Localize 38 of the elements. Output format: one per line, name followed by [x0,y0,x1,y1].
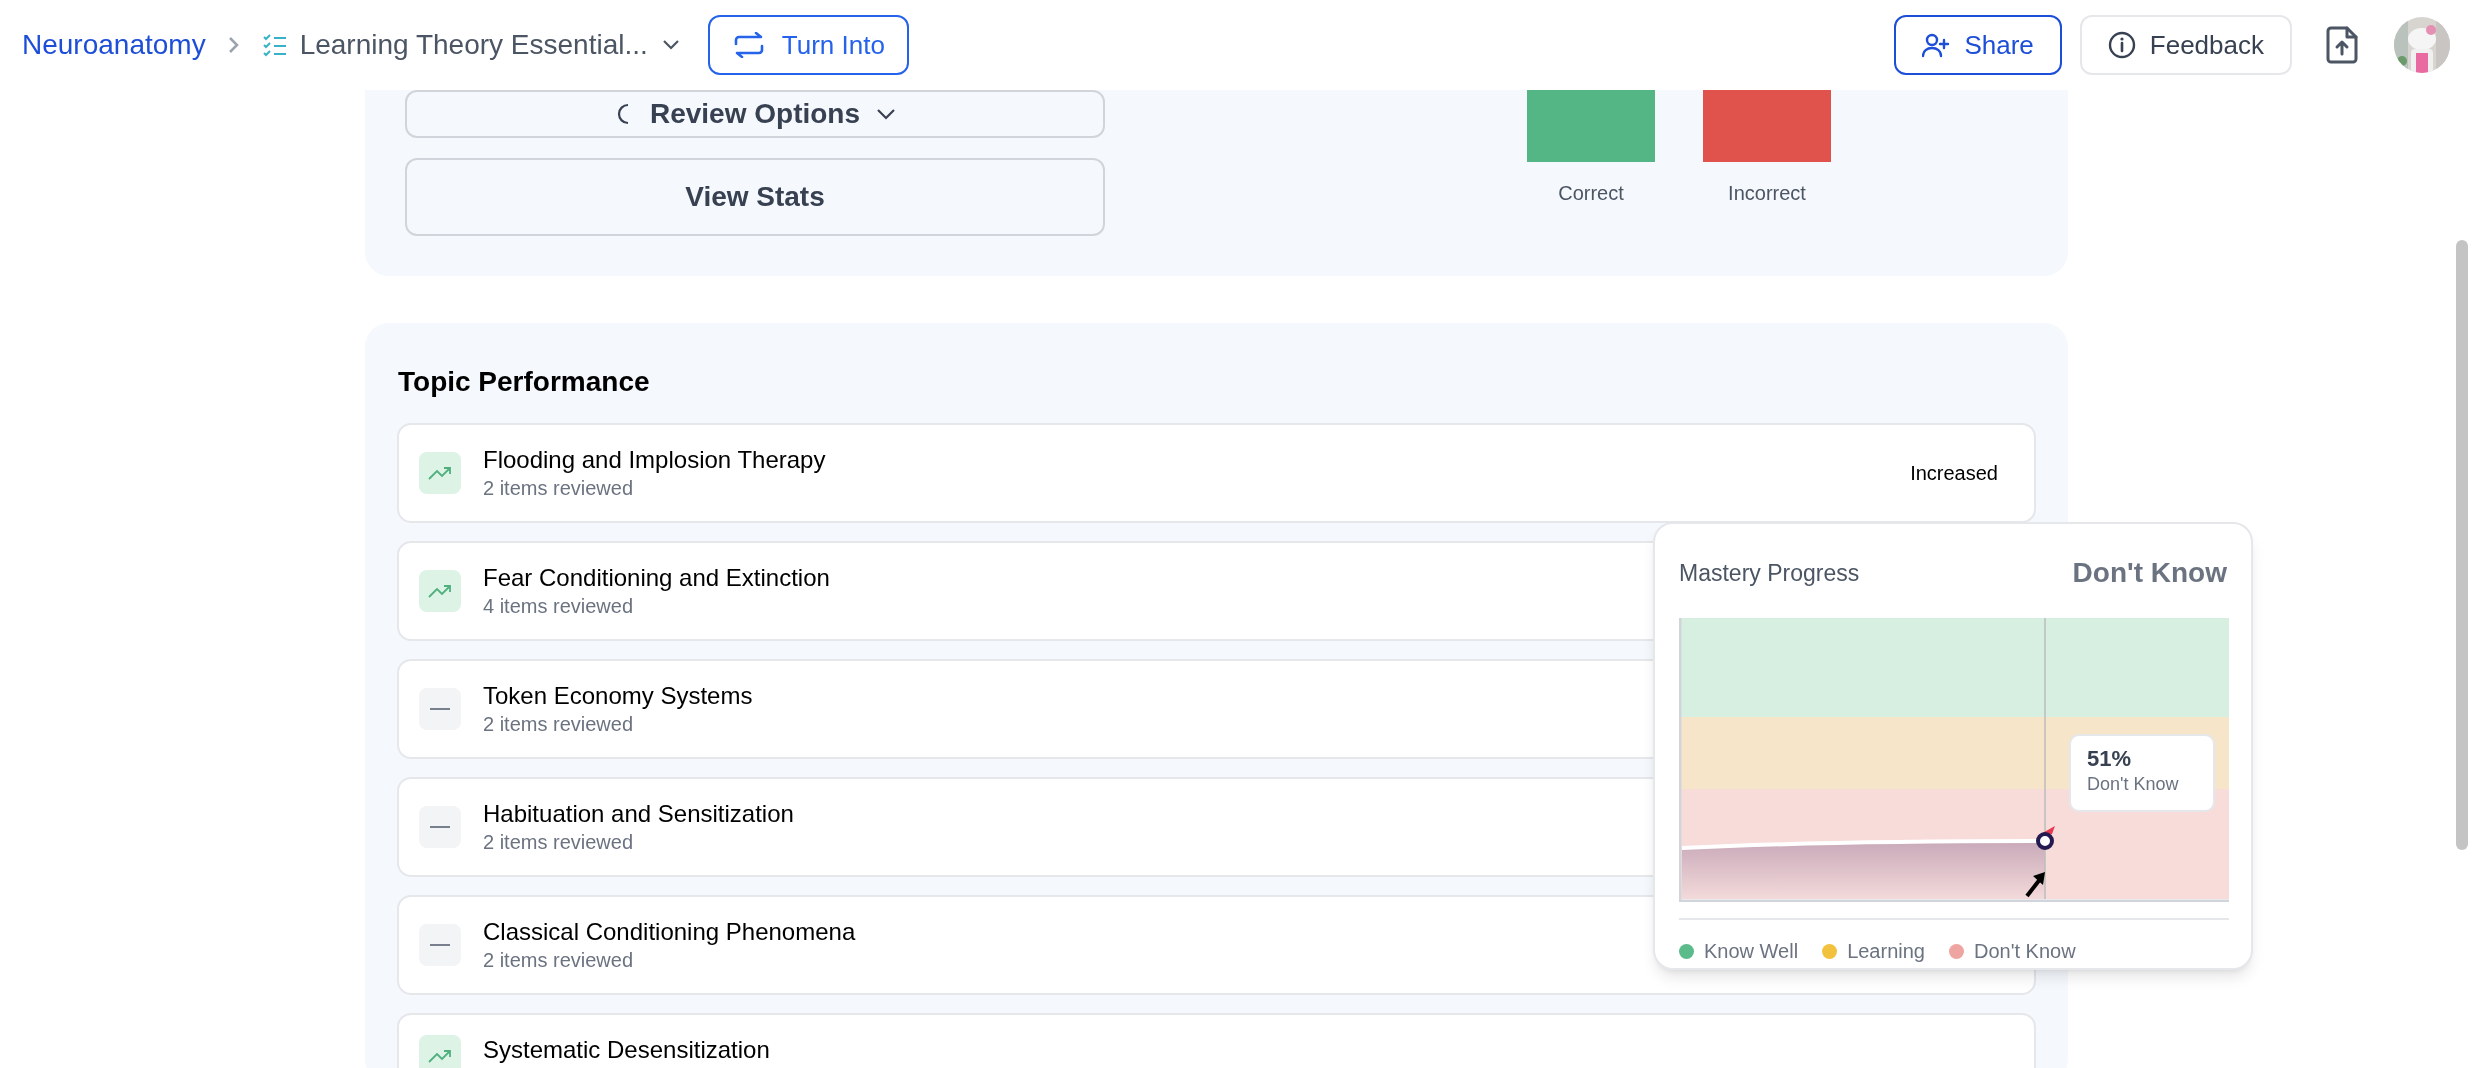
chevron-down-icon[interactable] [661,39,680,51]
mastery-status: Don't Know [2072,556,2227,590]
scrollbar-thumb[interactable] [2456,240,2468,850]
bar-label: Incorrect [1728,181,1806,206]
file-upload-icon[interactable] [2326,26,2358,64]
status-label: Increased [1910,461,1998,486]
topic-title: Classical Conditioning Phenomena [483,917,856,947]
topic-subtitle: 2 items reviewed [483,948,635,973]
tooltip-value: 51% [2087,746,2133,772]
topic-title: Flooding and Implosion Therapy [483,445,826,475]
legend-label: Know Well [1704,939,1799,964]
review-options-button[interactable]: Review Options [405,90,1105,139]
topic-title: Fear Conditioning and Extinction [483,563,830,593]
chevron-down-icon [876,107,896,122]
tooltip-label: Don't Know [2087,773,2180,796]
topic-subtitle: 2 items reviewed [483,712,635,737]
topic-subtitle: 2 items reviewed [483,476,635,501]
pointer-arrow [2025,872,2045,898]
topic-title: Token Economy Systems [483,681,753,711]
topic-subtitle: 2 items reviewed [483,830,635,855]
topic-title: Habituation and Sensitization [483,799,794,829]
document-title: Learning Theory Essential... [299,28,648,62]
topic-title: Systematic Desensitization [483,1035,770,1065]
topic-subtitle: 4 items reviewed [483,594,635,619]
info-icon [2107,31,2136,59]
legend-label: Learning [1847,939,1925,964]
add-user-icon [1922,32,1951,58]
checklist-icon [261,33,288,57]
data-point-marker [2036,826,2055,850]
view-stats-button[interactable]: View Stats [405,158,1105,236]
breadcrumb-link[interactable]: Neuroanatomy [22,24,206,66]
turn-into-button[interactable]: Turn Into [707,15,909,75]
section-title: Topic Performance [398,365,651,399]
feedback-button[interactable]: Feedback [2079,15,2292,75]
bar-label: Correct [1558,181,1624,206]
popup-title: Mastery Progress [1679,558,1860,588]
share-button[interactable]: Share [1894,15,2062,75]
legend-label: Don't Know [1973,939,2076,964]
